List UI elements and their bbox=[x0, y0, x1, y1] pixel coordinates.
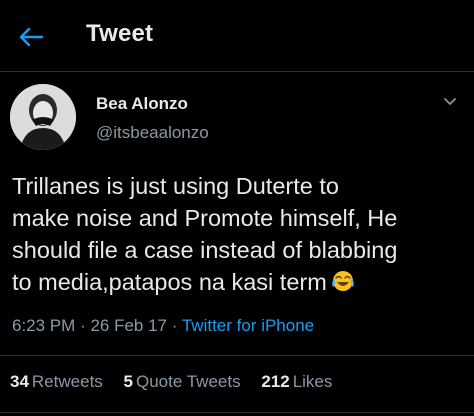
tweet-text-line: should file a case instead of blabbing bbox=[12, 237, 398, 263]
face-with-tears-of-joy-icon bbox=[331, 269, 355, 301]
quote-tweets-count: 5 bbox=[123, 372, 133, 391]
meta-separator: · bbox=[80, 316, 86, 335]
author-handle[interactable]: @itsbeaalonzo bbox=[96, 123, 209, 143]
arrow-left-icon bbox=[19, 27, 44, 47]
likes-stat[interactable]: 212 Likes bbox=[261, 372, 332, 392]
tweet-date[interactable]: 26 Feb 17 bbox=[90, 316, 167, 335]
divider bbox=[0, 355, 474, 356]
retweets-stat[interactable]: 34 Retweets bbox=[10, 372, 103, 392]
header-bar: Tweet bbox=[0, 0, 474, 72]
quote-tweets-label: Quote Tweets bbox=[136, 372, 241, 391]
tweet-stats: 34 Retweets 5 Quote Tweets 212 Likes bbox=[10, 372, 348, 392]
meta-separator: · bbox=[171, 316, 178, 335]
tweet-meta: 6:23 PM · 26 Feb 17 · Twitter for iPhone bbox=[12, 316, 314, 336]
chevron-down-icon bbox=[444, 98, 456, 105]
likes-label: Likes bbox=[292, 372, 333, 391]
tweet-text: Trillanes is just using Duterte to make … bbox=[12, 170, 468, 301]
likes-count: 212 bbox=[261, 372, 290, 391]
divider bbox=[0, 412, 474, 413]
tweet-source-link[interactable]: Twitter for iPhone bbox=[182, 316, 314, 335]
tweet-text-line: Trillanes is just using Duterte to bbox=[12, 173, 339, 199]
tweet-text-line: to media,patapos na kasi term bbox=[12, 269, 327, 295]
more-options-button[interactable] bbox=[440, 92, 460, 112]
quote-tweets-stat[interactable]: 5 Quote Tweets bbox=[124, 372, 241, 392]
page-title: Tweet bbox=[86, 20, 154, 47]
tweet-text-line: make noise and Promote himself, He bbox=[12, 205, 398, 231]
avatar[interactable] bbox=[10, 84, 76, 150]
tweet-time[interactable]: 6:23 PM bbox=[12, 316, 75, 335]
tweet-author: Bea Alonzo @itsbeaalonzo bbox=[0, 78, 474, 158]
back-button[interactable] bbox=[14, 22, 48, 52]
retweets-label: Retweets bbox=[31, 372, 103, 391]
tweet-text-line-last: to media,patapos na kasi term bbox=[12, 266, 468, 301]
retweets-count: 34 bbox=[10, 372, 29, 391]
author-display-name[interactable]: Bea Alonzo bbox=[96, 94, 188, 114]
